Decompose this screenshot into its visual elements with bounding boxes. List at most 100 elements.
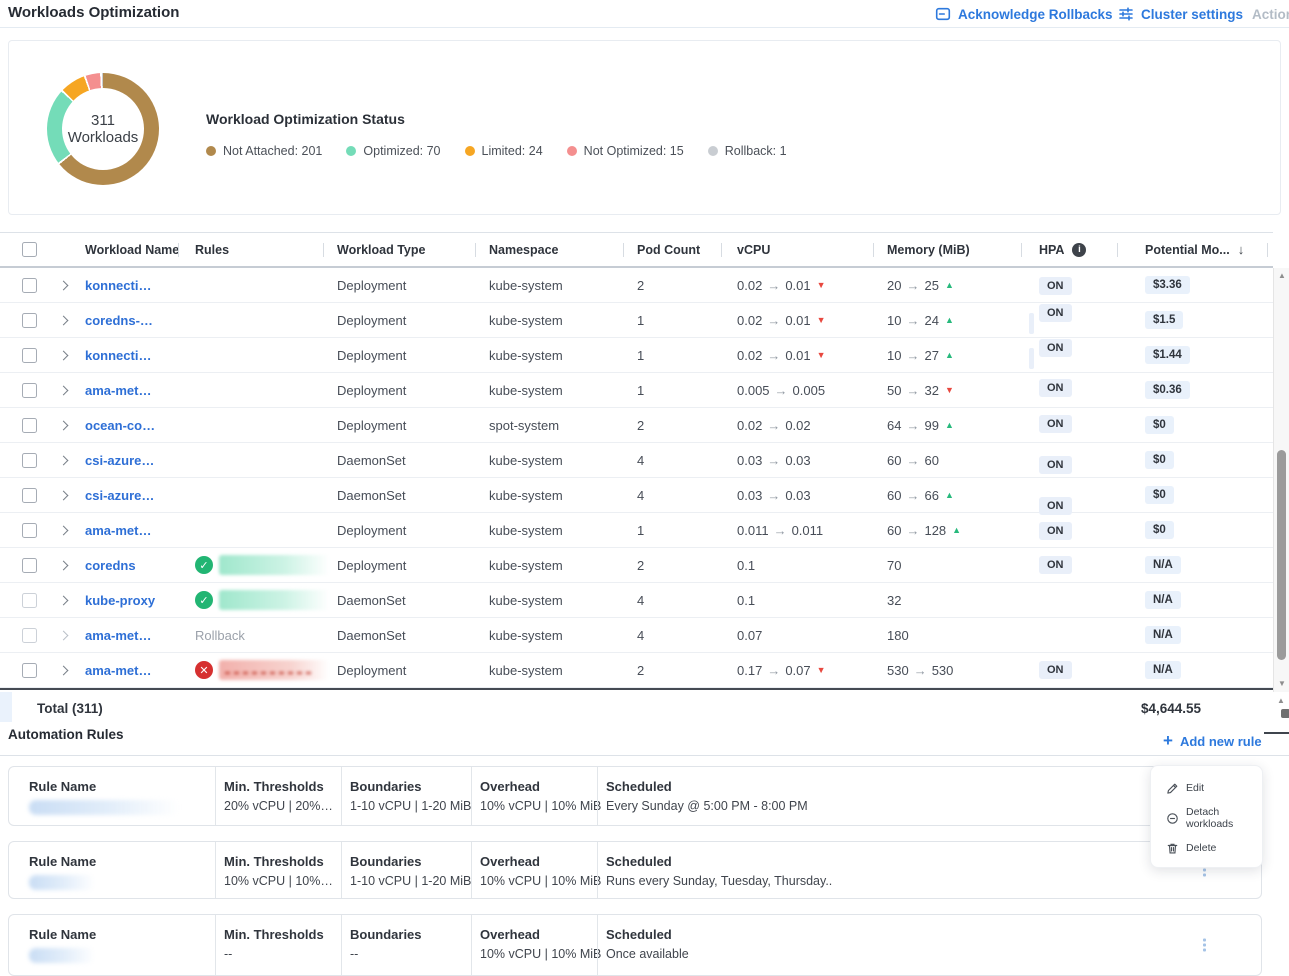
expand-chevron-icon[interactable] (59, 280, 69, 290)
cluster-settings-button[interactable]: Cluster settings (1118, 0, 1243, 28)
row-checkbox[interactable] (22, 488, 37, 503)
row-checkbox[interactable] (22, 348, 37, 363)
menu-item-edit[interactable]: Edit (1151, 773, 1262, 803)
namespace: kube-system (485, 663, 633, 678)
rule-name-label: Rule Name (29, 779, 207, 794)
workload-type: DaemonSet (333, 593, 485, 608)
rule-menu-kebab-icon[interactable] (1200, 936, 1209, 955)
workload-name-link[interactable]: ama-met… (85, 383, 151, 398)
scroll-down-arrow-icon[interactable] (1274, 678, 1289, 690)
workload-type: DaemonSet (333, 453, 485, 468)
menu-item-detach-workloads[interactable]: Detach workloads (1151, 803, 1262, 833)
arrow-right-icon (762, 418, 785, 433)
total-row-scrollbar[interactable] (1273, 696, 1289, 726)
expand-chevron-icon[interactable] (59, 420, 69, 430)
workload-name-link[interactable]: csi-azure… (85, 453, 154, 468)
workload-name-link[interactable]: ocean-co… (85, 418, 155, 433)
select-all-checkbox[interactable] (22, 242, 37, 257)
column-header-potential-savings[interactable]: Potential Mo... (1127, 242, 1273, 257)
memory-cell: 530530 (883, 663, 1031, 678)
trend-up-icon (945, 350, 954, 360)
expand-chevron-icon[interactable] (59, 385, 69, 395)
column-header-vcpu: vCPU (731, 243, 883, 257)
total-label: Total (311) (37, 701, 103, 716)
row-checkbox[interactable] (22, 313, 37, 328)
workload-name-link[interactable]: ama-met… (85, 523, 151, 538)
scrollbar-thumb[interactable] (1281, 709, 1289, 718)
cluster-settings-label: Cluster settings (1141, 7, 1243, 22)
arrow-right-icon (762, 453, 785, 468)
hpa-badge: ON (1039, 415, 1072, 433)
namespace: kube-system (485, 593, 633, 608)
hpa-info-icon[interactable] (1072, 243, 1086, 257)
workload-name-link[interactable]: coredns (85, 558, 136, 573)
overhead-label: Overhead (480, 779, 589, 794)
rule-rollback-status: Rollback (195, 628, 245, 643)
row-checkbox[interactable] (22, 418, 37, 433)
row-checkbox[interactable] (22, 523, 37, 538)
workload-name-link[interactable]: konnecti… (85, 348, 151, 363)
expand-chevron-icon[interactable] (59, 490, 69, 500)
workload-type: DaemonSet (333, 488, 485, 503)
row-checkbox[interactable] (22, 278, 37, 293)
pod-count: 2 (633, 558, 731, 573)
sort-descending-icon[interactable] (1238, 242, 1245, 257)
potential-savings-badge: $1.44 (1145, 346, 1190, 364)
min-thresholds-value: -- (224, 947, 333, 961)
vcpu-cell: 0.1 (731, 593, 883, 608)
row-checkbox[interactable] (22, 593, 37, 608)
scrollbar-divider (1264, 732, 1289, 734)
table-row: konnecti… Deployment kube-system 1 0.020… (0, 338, 1273, 373)
expand-chevron-icon[interactable] (59, 455, 69, 465)
expand-chevron-icon[interactable] (59, 595, 69, 605)
memory-cell: 2025 (883, 278, 1031, 293)
expand-chevron-icon[interactable] (59, 315, 69, 325)
add-new-rule-button[interactable]: Add new rule (1163, 731, 1262, 751)
trend-down-icon (817, 280, 826, 290)
min-thresholds-value: 20% vCPU | 20%… (224, 799, 333, 813)
namespace: spot-system (485, 418, 633, 433)
expand-chevron-icon[interactable] (59, 350, 69, 360)
automation-rules-heading: Automation Rules (8, 727, 124, 742)
workload-name-link[interactable]: ama-met… (85, 628, 151, 643)
boundaries-label: Boundaries (350, 779, 463, 794)
expand-chevron-icon[interactable] (59, 665, 69, 675)
scroll-up-arrow-icon[interactable] (1273, 696, 1289, 705)
workload-status-donut-chart: 311 Workloads (47, 73, 159, 185)
expand-chevron-icon[interactable] (59, 525, 69, 535)
arrow-right-icon (762, 278, 785, 293)
table-row: csi-azure… DaemonSet kube-system 4 0.030… (0, 478, 1273, 513)
pod-count: 1 (633, 383, 731, 398)
legend-item-not-optimized: Not Optimized: 15 (567, 144, 684, 158)
workload-name-link[interactable]: kube-proxy (85, 593, 155, 608)
legend-dot (465, 146, 475, 156)
column-header-workload-name: Workload Name (76, 243, 188, 257)
workload-name-link[interactable]: coredns-… (85, 313, 153, 328)
table-scrollbar[interactable] (1273, 268, 1289, 692)
namespace: kube-system (485, 488, 633, 503)
row-checkbox[interactable] (22, 663, 37, 678)
workload-name-link[interactable]: ama-met… (85, 663, 151, 678)
menu-item-delete[interactable]: Delete (1151, 833, 1262, 863)
legend-dot (346, 146, 356, 156)
overhead-value: 10% vCPU | 10% MiB (480, 947, 589, 961)
namespace: kube-system (485, 523, 633, 538)
row-checkbox[interactable] (22, 628, 37, 643)
expand-chevron-icon[interactable] (59, 560, 69, 570)
expand-chevron-icon[interactable] (59, 630, 69, 640)
vcpu-cell: 0.1 (731, 558, 883, 573)
column-header-memory: Memory (MiB) (883, 243, 1031, 257)
table-row: csi-azure… DaemonSet kube-system 4 0.030… (0, 443, 1273, 478)
scroll-up-arrow-icon[interactable] (1274, 270, 1289, 282)
workload-name-link[interactable]: csi-azure… (85, 488, 154, 503)
acknowledge-rollbacks-button[interactable]: Acknowledge Rollbacks (935, 0, 1113, 28)
workload-name-link[interactable]: konnecti… (85, 278, 151, 293)
scrollbar-thumb[interactable] (1277, 450, 1286, 660)
row-checkbox[interactable] (22, 558, 37, 573)
trend-down-icon (945, 385, 954, 395)
vcpu-cell: 0.0110.011 (731, 523, 883, 538)
row-checkbox[interactable] (22, 383, 37, 398)
row-checkbox[interactable] (22, 453, 37, 468)
trend-down-icon (817, 665, 826, 675)
potential-savings-badge: $0 (1145, 451, 1174, 469)
